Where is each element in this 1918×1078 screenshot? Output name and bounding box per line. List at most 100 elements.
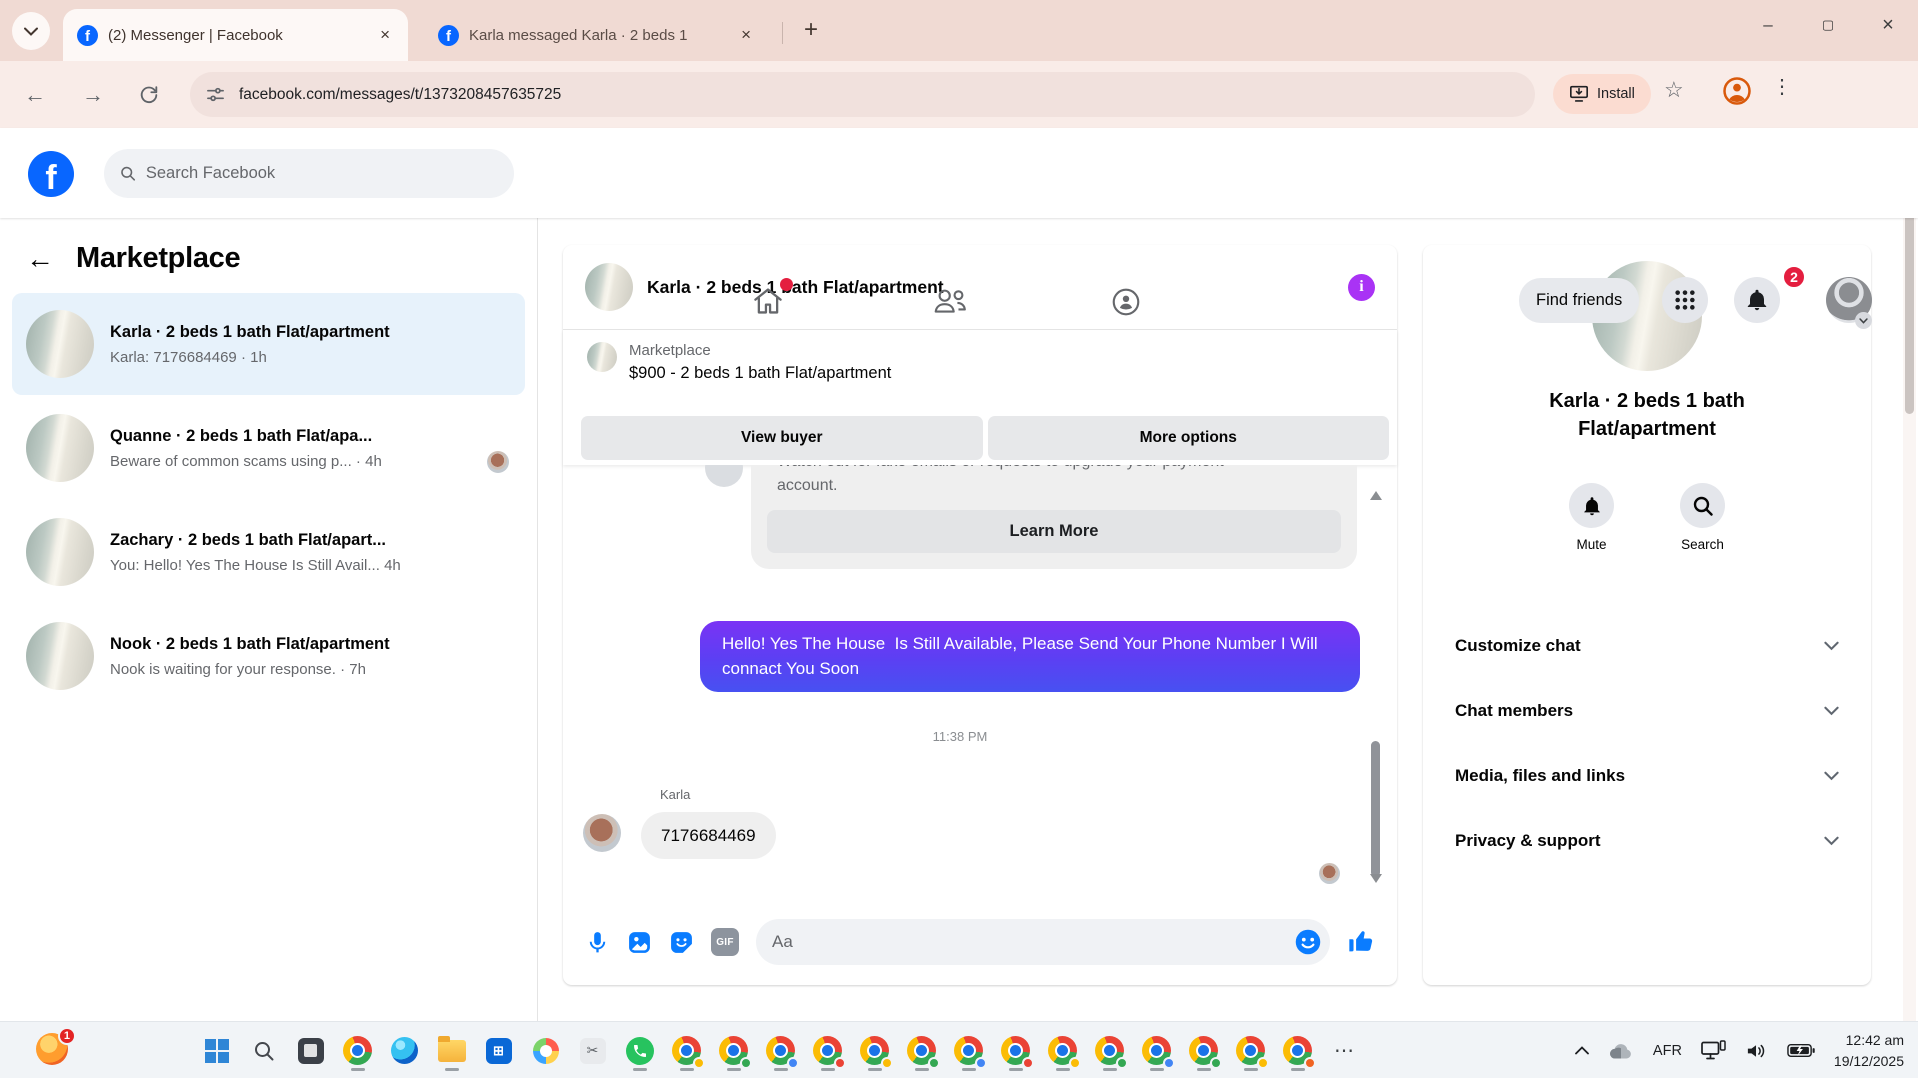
microsoft-store-icon[interactable]: ⊞: [482, 1029, 515, 1073]
notifications-button[interactable]: [1734, 277, 1780, 323]
voice-clip-icon[interactable]: [585, 930, 610, 955]
chat-list-item-quanne[interactable]: Quanne · 2 beds 1 bath Flat/apa... Bewar…: [12, 397, 525, 499]
message-list[interactable]: Watch out for fake emails or requests to…: [563, 465, 1397, 899]
tab-close-icon[interactable]: ×: [737, 23, 755, 47]
find-friends-button[interactable]: Find friends: [1519, 278, 1640, 323]
browser-tab-karla[interactable]: f Karla messaged Karla · 2 beds 1 ×: [424, 9, 769, 61]
thumbs-up-icon[interactable]: [1347, 928, 1375, 956]
chrome-profile-icon[interactable]: [905, 1029, 940, 1073]
menu-media-files-links[interactable]: Media, files and links: [1433, 743, 1861, 808]
install-label: Install: [1597, 86, 1635, 102]
nav-groups-tab[interactable]: [1110, 286, 1142, 318]
scroll-up-arrow-icon[interactable]: [1370, 491, 1382, 500]
chat-list-item-zachary[interactable]: Zachary · 2 beds 1 bath Flat/apart... Yo…: [12, 501, 525, 603]
chrome-profile-icon[interactable]: [1234, 1029, 1269, 1073]
display-cast-icon[interactable]: [1701, 1040, 1726, 1061]
forward-button[interactable]: →: [70, 82, 116, 108]
search-input[interactable]: [145, 164, 498, 183]
browser-menu-icon[interactable]: ⋮: [1772, 74, 1792, 99]
taskbar-clock[interactable]: 12:42 am 19/12/2025: [1834, 1030, 1904, 1071]
new-tab-button[interactable]: +: [796, 16, 826, 44]
bookmark-star-icon[interactable]: ☆: [1664, 77, 1684, 103]
message-input[interactable]: [772, 932, 1286, 952]
sticker-icon[interactable]: [669, 930, 694, 955]
chrome-profile-icon[interactable]: [858, 1029, 893, 1073]
close-button[interactable]: ×: [1858, 0, 1918, 50]
notification-count-badge: 2: [1782, 265, 1806, 289]
edge-icon[interactable]: [388, 1029, 421, 1073]
tab-close-icon[interactable]: ×: [376, 23, 394, 47]
minimize-button[interactable]: –: [1738, 0, 1798, 50]
gif-icon[interactable]: GIF: [711, 928, 739, 956]
url-bar[interactable]: facebook.com/messages/t/1373208457635725: [190, 72, 1535, 117]
site-settings-icon[interactable]: [206, 85, 225, 104]
mute-button[interactable]: Mute: [1569, 483, 1614, 552]
chrome-profile-icon[interactable]: [999, 1029, 1034, 1073]
chrome-icon[interactable]: [341, 1029, 374, 1073]
scroll-down-arrow-icon[interactable]: [1370, 874, 1382, 883]
paint-icon[interactable]: [529, 1029, 562, 1073]
chrome-active-icon[interactable]: [1281, 1029, 1316, 1073]
task-view-icon[interactable]: [294, 1029, 327, 1073]
mute-label: Mute: [1576, 537, 1607, 552]
message-scrollbar[interactable]: [1369, 483, 1383, 891]
url-text[interactable]: facebook.com/messages/t/1373208457635725: [239, 86, 561, 104]
chrome-profile-icon[interactable]: [1046, 1029, 1081, 1073]
tray-chevron-up-icon[interactable]: [1575, 1046, 1589, 1055]
start-button[interactable]: [200, 1029, 233, 1073]
chrome-profile-icon[interactable]: [717, 1029, 752, 1073]
chat-list-item-nook[interactable]: Nook · 2 beds 1 bath Flat/apartment Nook…: [12, 605, 525, 707]
chat-list-item-karla[interactable]: Karla · 2 beds 1 bath Flat/apartment Kar…: [12, 293, 525, 395]
attach-image-icon[interactable]: [627, 930, 652, 955]
browser-profile-icon[interactable]: [1722, 76, 1752, 106]
sent-message-bubble[interactable]: Hello! Yes The House Is Still Available,…: [700, 621, 1360, 693]
chrome-profile-icon[interactable]: [1093, 1029, 1128, 1073]
listing-title: $900 - 2 beds 1 bath Flat/apartment: [629, 364, 892, 382]
volume-icon[interactable]: [1745, 1041, 1768, 1061]
view-buyer-button[interactable]: View buyer: [581, 416, 983, 460]
chrome-profile-icon[interactable]: [764, 1029, 799, 1073]
nav-home-tab[interactable]: [752, 278, 793, 316]
taskbar-more-icon[interactable]: ⋯: [1328, 1029, 1361, 1073]
conversation-header[interactable]: Karla · 2 beds 1 bath Flat/apartment i: [563, 245, 1397, 330]
whatsapp-icon[interactable]: [623, 1029, 656, 1073]
menu-chat-members[interactable]: Chat members: [1433, 678, 1861, 743]
taskbar-notification-icon[interactable]: 1: [36, 1027, 76, 1069]
taskbar-search-icon[interactable]: [247, 1029, 280, 1073]
install-button[interactable]: Install: [1553, 74, 1651, 114]
chat-name: Quanne · 2 beds 1 bath Flat/apa...: [110, 426, 373, 445]
tab-title: (2) Messenger | Facebook: [108, 26, 283, 44]
battery-icon[interactable]: [1787, 1043, 1815, 1058]
received-message-bubble[interactable]: 7176684469: [641, 812, 776, 859]
onedrive-cloud-icon[interactable]: [1608, 1042, 1634, 1060]
more-options-button[interactable]: More options: [987, 416, 1389, 460]
conversation-info-icon[interactable]: i: [1348, 273, 1375, 301]
tab-search-chevron-icon[interactable]: [12, 12, 50, 50]
chrome-profile-icon[interactable]: [1187, 1029, 1222, 1073]
chrome-profile-icon[interactable]: [1140, 1029, 1175, 1073]
facebook-logo-icon[interactable]: f: [28, 151, 74, 197]
menu-customize-chat[interactable]: Customize chat: [1433, 613, 1861, 678]
maximize-button[interactable]: ▢: [1798, 0, 1858, 50]
menu-privacy-support[interactable]: Privacy & support: [1433, 808, 1861, 873]
file-explorer-icon[interactable]: [435, 1029, 468, 1073]
chrome-profile-icon[interactable]: [952, 1029, 987, 1073]
message-input-wrapper[interactable]: [756, 919, 1330, 965]
facebook-search[interactable]: [104, 149, 514, 198]
emoji-icon[interactable]: [1294, 928, 1322, 956]
browser-tab-messenger[interactable]: f (2) Messenger | Facebook ×: [63, 9, 408, 61]
back-button[interactable]: ←: [12, 82, 58, 108]
snipping-tool-icon[interactable]: ✂: [576, 1029, 609, 1073]
sidebar-back-button[interactable]: ←: [26, 243, 54, 275]
apps-menu-button[interactable]: [1662, 277, 1708, 323]
chrome-profile-icon[interactable]: [670, 1029, 705, 1073]
scrollbar-thumb[interactable]: [1371, 741, 1380, 877]
language-indicator[interactable]: AFR: [1653, 1043, 1682, 1059]
reload-button[interactable]: [126, 84, 172, 106]
page-scrollbar[interactable]: [1903, 128, 1916, 1021]
learn-more-button[interactable]: Learn More: [767, 510, 1341, 553]
message-timestamp: 11:38 PM: [932, 729, 988, 744]
search-conversation-button[interactable]: Search: [1680, 483, 1725, 552]
chrome-profile-icon[interactable]: [811, 1029, 846, 1073]
nav-friends-tab[interactable]: [932, 286, 968, 316]
